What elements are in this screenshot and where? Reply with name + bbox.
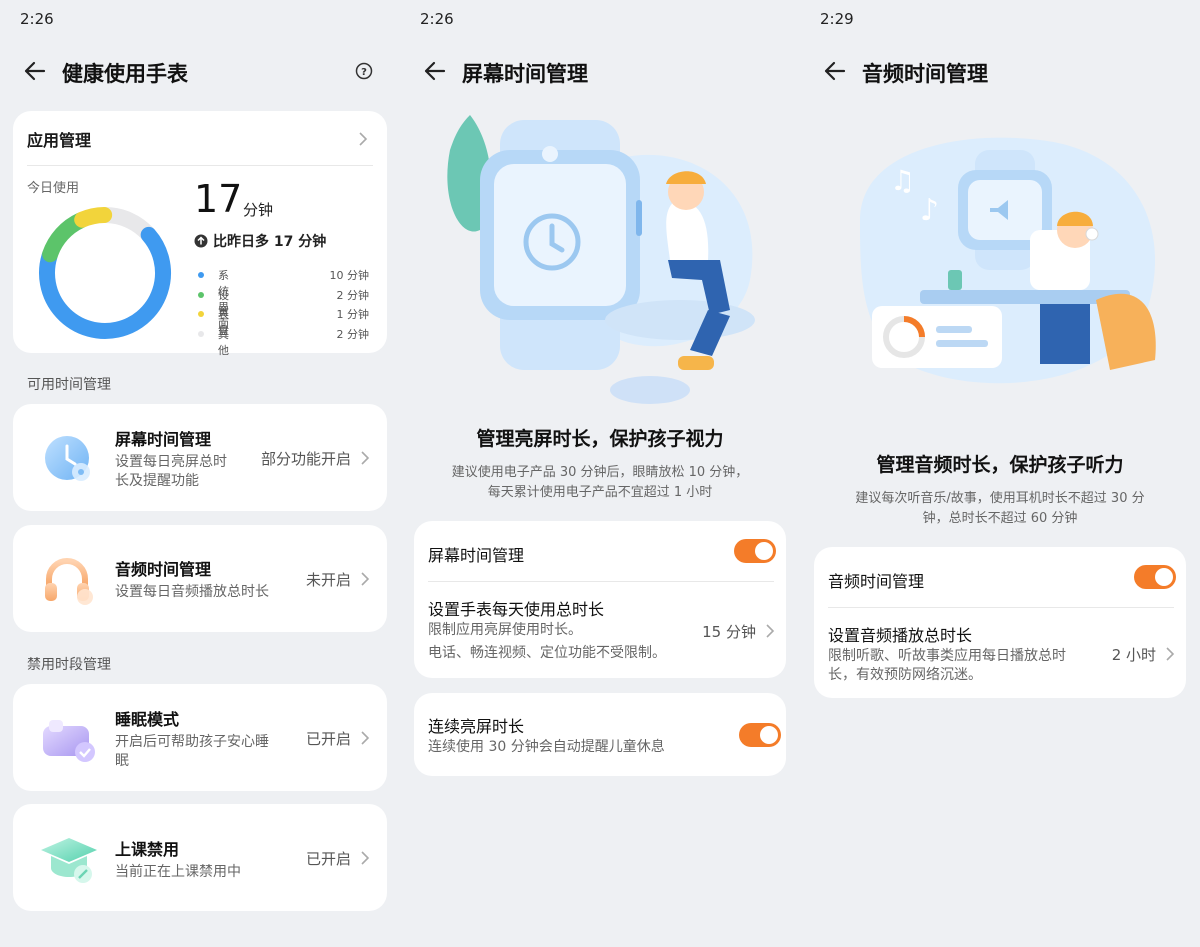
audio-time-desc: 设置每日音频播放总时长 xyxy=(115,584,269,600)
status-time: 2:26 xyxy=(420,10,454,28)
daily-total-row[interactable]: 设置手表每天使用总时长 限制应用亮屏使用时长。 电话、畅连视频、定位功能不受限制… xyxy=(414,581,786,678)
daily-total-desc-1: 限制应用亮屏使用时长。 xyxy=(428,622,582,638)
panel-audio-time: 2:29 音频时间管理 ♫ ♪ 管理音频时长，保护孩子听力 建议每次听音乐/故事… xyxy=(800,0,1200,947)
class-disable-item[interactable]: 上课禁用 当前正在上课禁用中 已开启 xyxy=(13,804,387,911)
daily-total-title: 设置手表每天使用总时长 xyxy=(428,600,605,619)
panel-healthy-watch-usage: 2:26 健康使用手表 ? 应用管理 今日使用 17 分钟 比昨日多 17 分钟… xyxy=(0,0,400,947)
arrow-up-circle-icon xyxy=(194,234,208,248)
page-title: 屏幕时间管理 xyxy=(462,62,588,86)
screen-clock-icon xyxy=(45,436,90,481)
chevron-right-icon[interactable] xyxy=(358,131,368,147)
chevron-right-icon xyxy=(766,624,775,638)
status-time: 2:26 xyxy=(20,10,54,28)
audio-time-status: 未开启 xyxy=(305,571,351,589)
svg-text:♫: ♫ xyxy=(890,164,915,197)
chevron-right-icon xyxy=(361,451,370,465)
audio-total-desc-2: 长，有效预防网络沉迷。 xyxy=(828,667,982,683)
audio-total-desc-1: 限制听歌、听故事类应用每日播放总时 xyxy=(828,648,1066,664)
screen-time-toggle[interactable] xyxy=(734,539,776,563)
daily-total-desc-2: 电话、畅连视频、定位功能不受限制。 xyxy=(428,645,666,661)
donut-slice-1 xyxy=(42,212,89,263)
usage-donut-chart xyxy=(39,207,171,339)
audio-total-value: 2 小时 xyxy=(1111,646,1156,664)
total-usage-value: 17 xyxy=(194,177,243,221)
sleep-mode-title: 睡眠模式 xyxy=(115,710,180,729)
legend-dot xyxy=(198,272,204,278)
svg-text:?: ? xyxy=(361,67,367,78)
screen-time-toggle-label: 屏幕时间管理 xyxy=(428,546,525,565)
page-title: 健康使用手表 xyxy=(62,62,188,86)
sleep-mode-item[interactable]: 睡眠模式 开启后可帮助孩子安心睡 眠 已开启 xyxy=(13,684,387,791)
bed-icon xyxy=(43,720,95,762)
app-management-title[interactable]: 应用管理 xyxy=(27,127,91,151)
continuous-screen-toggle[interactable] xyxy=(739,723,781,747)
total-usage-unit: 分钟 xyxy=(243,201,274,219)
audio-total-title: 设置音频播放总时长 xyxy=(828,626,973,645)
divider xyxy=(27,165,373,166)
legend-dot xyxy=(198,330,204,337)
section-available-time: 可用时间管理 xyxy=(27,377,111,393)
audio-total-row[interactable]: 设置音频播放总时长 限制听歌、听故事类应用每日播放总时 长，有效预防网络沉迷。 … xyxy=(814,607,1186,698)
continuous-screen-desc: 连续使用 30 分钟会自动提醒儿童休息 xyxy=(428,739,665,755)
headline: 管理音频时长，保护孩子听力 xyxy=(876,454,1124,476)
compare-yesterday: 比昨日多 17 分钟 xyxy=(213,234,327,250)
donut-slice-2 xyxy=(74,207,113,228)
watch-music-illustration: ♫ ♪ xyxy=(860,137,1156,384)
screen-time-status: 部分功能开启 xyxy=(260,450,351,468)
continuous-screen-title: 连续亮屏时长 xyxy=(428,717,525,736)
audio-time-title: 音频时间管理 xyxy=(115,560,212,579)
headline: 管理亮屏时长，保护孩子视力 xyxy=(476,428,724,450)
chevron-right-icon xyxy=(361,572,370,586)
legend-value: 1 分钟 xyxy=(336,308,370,321)
audio-time-toggle-label: 音频时间管理 xyxy=(828,572,925,591)
legend-label: 其他 xyxy=(218,327,229,357)
chevron-right-icon xyxy=(1166,647,1175,661)
page-title: 音频时间管理 xyxy=(862,62,988,86)
back-arrow-icon[interactable] xyxy=(822,58,848,84)
screen-time-item[interactable]: 屏幕时间管理 设置每日亮屏总时 长及提醒功能 部分功能开启 xyxy=(13,404,387,511)
description-line-1: 建议每次听音乐/故事，使用耳机时长不超过 30 分 xyxy=(855,491,1145,506)
description-line-2: 钟，总时长不超过 60 分钟 xyxy=(922,511,1078,526)
legend-dot xyxy=(198,291,204,298)
legend-dot xyxy=(198,311,204,317)
chevron-right-icon xyxy=(361,851,370,865)
app-management-card: 应用管理 今日使用 17 分钟 比昨日多 17 分钟 系统界面 10 分钟 设置 2 … xyxy=(13,111,387,357)
sleep-mode-desc-2: 眠 xyxy=(115,753,129,769)
screen-time-desc-1: 设置每日亮屏总时 xyxy=(115,454,227,470)
sleep-mode-desc-1: 开启后可帮助孩子安心睡 xyxy=(115,734,269,750)
graduation-cap-icon xyxy=(41,838,97,883)
class-disable-desc: 当前正在上课禁用中 xyxy=(115,864,241,880)
screen-time-settings-card: 屏幕时间管理 设置手表每天使用总时长 限制应用亮屏使用时长。 电话、畅连视频、定… xyxy=(414,521,786,678)
audio-time-settings-card: 音频时间管理 设置音频播放总时长 限制听歌、听故事类应用每日播放总时 长，有效预… xyxy=(814,547,1186,698)
status-time: 2:29 xyxy=(820,10,854,28)
donut-slice-3 xyxy=(97,207,156,242)
description-line-1: 建议使用电子产品 30 分钟后，眼睛放松 10 分钟， xyxy=(451,465,749,480)
today-usage-label: 今日使用 xyxy=(27,181,80,196)
watch-kid-illustration xyxy=(447,115,755,404)
class-disable-title: 上课禁用 xyxy=(115,840,180,859)
continuous-screen-card: 连续亮屏时长 连续使用 30 分钟会自动提醒儿童休息 xyxy=(414,693,786,776)
audio-time-item[interactable]: 音频时间管理 设置每日音频播放总时长 未开启 xyxy=(13,525,387,632)
daily-total-value: 15 分钟 xyxy=(702,623,756,641)
chevron-right-icon xyxy=(361,731,370,745)
audio-time-toggle[interactable] xyxy=(1134,565,1176,589)
help-icon[interactable]: ? xyxy=(355,62,373,80)
legend-value: 2 分钟 xyxy=(336,288,370,302)
screen-time-title: 屏幕时间管理 xyxy=(115,430,212,449)
sleep-mode-status: 已开启 xyxy=(305,730,351,748)
screen-time-desc-2: 长及提醒功能 xyxy=(115,473,199,489)
panel-screen-time: 2:26 屏幕时间管理 管理亮屏时长，保护孩子视力 建议使用电子产品 30 分钟… xyxy=(400,0,800,947)
legend-value: 2 分钟 xyxy=(336,327,370,341)
class-disable-status: 已开启 xyxy=(305,850,351,868)
back-arrow-icon[interactable] xyxy=(22,58,48,84)
headphone-icon xyxy=(45,558,93,605)
description-line-2: 每天累计使用电子产品不宜超过 1 小时 xyxy=(487,485,713,500)
svg-text:♪: ♪ xyxy=(920,193,939,228)
donut-slice-0 xyxy=(39,226,171,339)
back-arrow-icon[interactable] xyxy=(422,58,448,84)
section-forbidden-time: 禁用时段管理 xyxy=(27,657,111,673)
legend-value: 10 分钟 xyxy=(329,269,370,282)
